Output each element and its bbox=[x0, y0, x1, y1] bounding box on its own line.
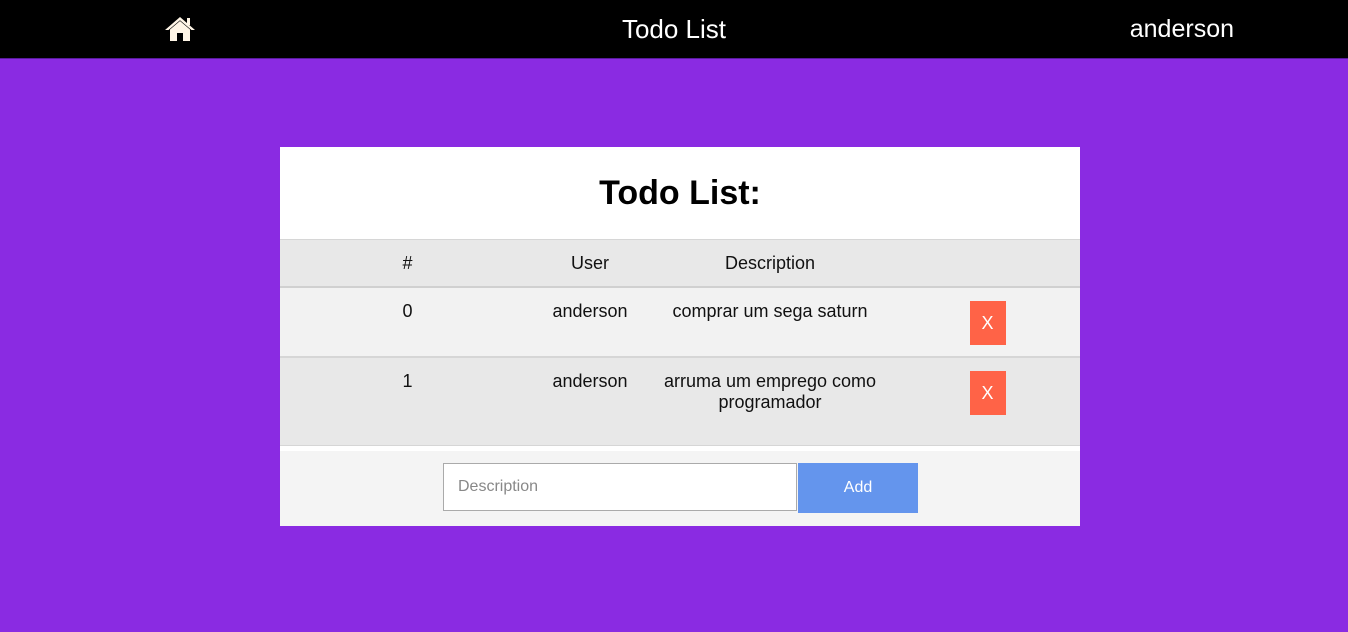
column-header-user: User bbox=[570, 252, 609, 273]
delete-button[interactable]: X bbox=[969, 301, 1006, 345]
username-label: anderson bbox=[1129, 15, 1234, 43]
add-todo-form: Add bbox=[280, 451, 1080, 526]
column-header-description: Description bbox=[724, 252, 816, 273]
todo-table: # User Description 0 anderson comprar um… bbox=[280, 240, 1080, 446]
top-navbar: Todo List anderson bbox=[0, 0, 1348, 59]
table-row: 1 anderson arruma um emprego como progra… bbox=[280, 357, 1080, 445]
todo-id: 0 bbox=[402, 301, 413, 321]
todo-actions: X bbox=[895, 357, 1080, 445]
home-icon bbox=[165, 17, 195, 41]
description-input[interactable] bbox=[443, 463, 797, 511]
delete-button[interactable]: X bbox=[969, 371, 1006, 415]
add-button[interactable]: Add bbox=[798, 463, 918, 513]
todo-description: arruma um emprego como programador bbox=[663, 371, 877, 412]
column-header-actions bbox=[895, 240, 1080, 287]
todo-actions: X bbox=[895, 287, 1080, 357]
todo-id: 1 bbox=[402, 371, 413, 391]
table-header-row: # User Description bbox=[280, 240, 1080, 287]
table-row: 0 anderson comprar um sega saturn X bbox=[280, 287, 1080, 357]
todo-user: anderson bbox=[552, 371, 628, 391]
column-header-number: # bbox=[402, 252, 413, 273]
todo-card: Todo List: # User Description 0 anderson… bbox=[280, 147, 1080, 526]
home-button[interactable] bbox=[164, 15, 196, 43]
card-title: Todo List: bbox=[280, 147, 1080, 240]
todo-user: anderson bbox=[552, 301, 628, 321]
todo-description: comprar um sega saturn bbox=[672, 301, 868, 321]
